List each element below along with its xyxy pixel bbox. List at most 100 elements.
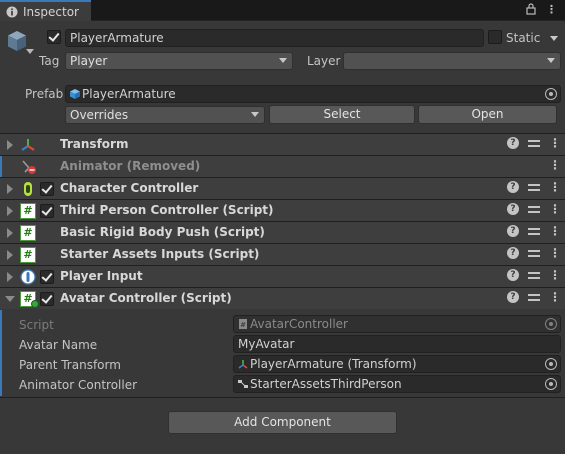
- player-input-icon: [20, 269, 36, 285]
- script-icon: #: [20, 247, 36, 263]
- layer-dropdown[interactable]: [343, 52, 561, 70]
- open-button[interactable]: Open: [418, 105, 557, 124]
- object-picker-icon[interactable]: [545, 88, 557, 100]
- fold-arrow-icon[interactable]: [5, 296, 15, 302]
- gameobject-name-field[interactable]: PlayerArmature: [65, 29, 484, 47]
- context-menu-icon[interactable]: ⋮: [549, 137, 561, 149]
- chevron-down-icon: [547, 58, 555, 63]
- parent-transform-label: Parent Transform: [19, 358, 121, 372]
- lock-icon[interactable]: [526, 3, 536, 15]
- fold-arrow-icon[interactable]: [7, 206, 13, 216]
- prefab-value: PlayerArmature: [82, 87, 176, 101]
- script-icon: #: [20, 203, 36, 219]
- fold-arrow-icon[interactable]: [7, 140, 13, 150]
- added-badge-icon: [31, 300, 39, 308]
- presets-icon[interactable]: [528, 181, 540, 193]
- script-value: AvatarController: [250, 317, 348, 331]
- help-icon[interactable]: ?: [507, 247, 519, 259]
- overrides-dropdown[interactable]: Overrides: [65, 106, 265, 124]
- fold-arrow-icon[interactable]: [7, 272, 13, 282]
- context-menu-icon[interactable]: ⋮: [549, 269, 561, 281]
- prefab-icon: [70, 89, 80, 99]
- chevron-down-icon: [279, 58, 287, 63]
- component-transform[interactable]: Transform ? ⋮: [0, 133, 565, 155]
- help-icon[interactable]: ?: [507, 269, 519, 281]
- component-avatar-controller[interactable]: # Avatar Controller (Script) ? ⋮: [0, 287, 565, 309]
- script-field: # AvatarController: [233, 315, 561, 333]
- component-name: Player Input: [60, 269, 143, 283]
- select-button[interactable]: Select: [269, 105, 415, 124]
- layer-label: Layer: [307, 54, 341, 68]
- help-icon[interactable]: ?: [507, 203, 519, 215]
- active-checkbox[interactable]: [47, 30, 61, 44]
- component-name: Character Controller: [60, 181, 199, 195]
- presets-icon[interactable]: [528, 203, 540, 215]
- component-name: Avatar Controller (Script): [60, 291, 232, 305]
- context-menu-icon[interactable]: ⋮: [549, 159, 561, 171]
- fold-arrow-icon[interactable]: [7, 250, 13, 260]
- animator-controller-field[interactable]: StarterAssetsThirdPerson: [233, 375, 561, 393]
- animator-removed-icon: [22, 160, 36, 174]
- tag-label: Tag: [39, 54, 60, 68]
- presets-icon[interactable]: [528, 269, 540, 281]
- enabled-checkbox[interactable]: [40, 292, 54, 306]
- object-picker-icon[interactable]: [545, 358, 557, 370]
- script-label: Script: [19, 318, 54, 332]
- component-third-person-controller[interactable]: # Third Person Controller (Script) ? ⋮: [0, 199, 565, 221]
- tag-dropdown[interactable]: Player: [65, 52, 293, 70]
- fold-arrow-icon[interactable]: [7, 228, 13, 238]
- component-name: Starter Assets Inputs (Script): [60, 247, 260, 261]
- component-name: Basic Rigid Body Push (Script): [60, 225, 265, 239]
- override-bar: [0, 156, 2, 178]
- component-basic-rigid-body-push[interactable]: # Basic Rigid Body Push (Script) ? ⋮: [0, 221, 565, 243]
- prefab-label: Prefab: [25, 87, 64, 101]
- tag-value: Player: [70, 54, 108, 68]
- divider: [0, 397, 565, 398]
- object-picker-icon: [545, 318, 557, 330]
- component-character-controller[interactable]: Character Controller ? ⋮: [0, 177, 565, 199]
- animator-controller-icon: [238, 380, 248, 388]
- static-dropdown-arrow[interactable]: [550, 36, 558, 41]
- presets-icon[interactable]: [528, 225, 540, 237]
- component-starter-assets-inputs[interactable]: # Starter Assets Inputs (Script) ? ⋮: [0, 243, 565, 265]
- add-component-button[interactable]: Add Component: [168, 411, 397, 434]
- script-file-icon: #: [239, 319, 247, 329]
- context-menu-icon[interactable]: ⋮: [549, 181, 561, 193]
- presets-icon[interactable]: [528, 137, 540, 149]
- avatar-name-field[interactable]: MyAvatar: [233, 335, 561, 353]
- icon-dropdown-arrow[interactable]: [26, 49, 34, 54]
- component-name: Animator (Removed): [60, 159, 201, 173]
- context-menu-icon[interactable]: ⋮: [549, 247, 561, 259]
- prefab-field[interactable]: PlayerArmature: [65, 85, 561, 103]
- help-icon[interactable]: ?: [507, 137, 519, 149]
- enabled-checkbox[interactable]: [40, 204, 54, 218]
- tab-inspector[interactable]: Inspector: [0, 0, 91, 21]
- tab-label: Inspector: [23, 4, 79, 19]
- component-player-input[interactable]: Player Input ? ⋮: [0, 265, 565, 287]
- presets-icon[interactable]: [528, 247, 540, 259]
- help-icon[interactable]: ?: [507, 291, 519, 303]
- presets-icon[interactable]: [528, 291, 540, 303]
- animator-controller-value: StarterAssetsThirdPerson: [250, 377, 402, 391]
- tab-menu-icon[interactable]: ⋮: [546, 3, 557, 16]
- added-component-bar: [0, 310, 2, 396]
- context-menu-icon[interactable]: ⋮: [549, 291, 561, 303]
- gameobject-cube-icon: [8, 31, 26, 51]
- chevron-down-icon: [251, 112, 259, 117]
- help-icon[interactable]: ?: [507, 225, 519, 237]
- script-icon: #: [20, 225, 36, 241]
- parent-transform-field[interactable]: PlayerArmature (Transform): [233, 355, 561, 373]
- component-name: Transform: [60, 137, 129, 151]
- enabled-checkbox[interactable]: [40, 270, 54, 284]
- character-controller-icon: [24, 182, 32, 196]
- context-menu-icon[interactable]: ⋮: [549, 203, 561, 215]
- fold-arrow-icon[interactable]: [7, 184, 13, 194]
- enabled-checkbox[interactable]: [40, 182, 54, 196]
- component-animator-removed[interactable]: Animator (Removed) ⋮: [0, 155, 565, 178]
- help-icon[interactable]: ?: [507, 181, 519, 193]
- static-checkbox[interactable]: [488, 30, 502, 44]
- component-name: Third Person Controller (Script): [60, 203, 274, 217]
- context-menu-icon[interactable]: ⋮: [549, 225, 561, 237]
- object-picker-icon[interactable]: [545, 378, 557, 390]
- info-icon: [6, 6, 18, 17]
